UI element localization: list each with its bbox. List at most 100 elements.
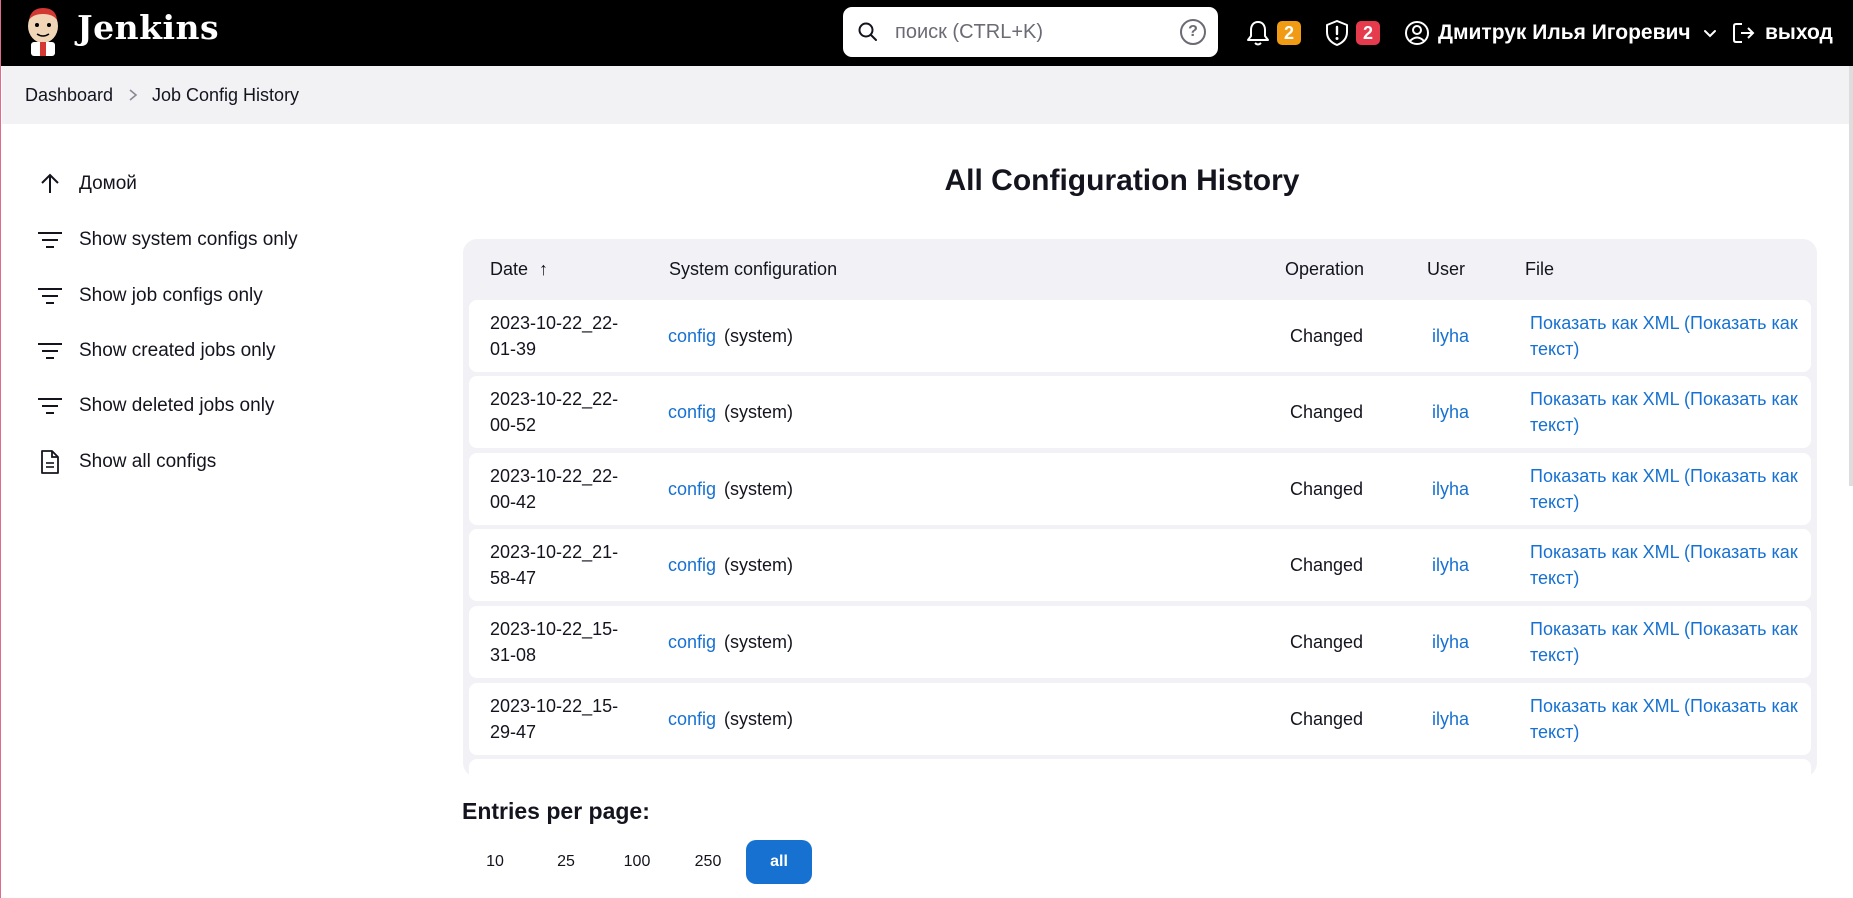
row-file-link[interactable]: Показать как XML (Показать как текст) xyxy=(1530,386,1810,438)
logout-label: выход xyxy=(1765,21,1833,44)
page-size-10-button[interactable]: 10 xyxy=(462,840,528,884)
document-icon xyxy=(37,449,63,475)
page-size-25-button[interactable]: 25 xyxy=(533,840,599,884)
row-user-link[interactable]: ilyha xyxy=(1432,476,1469,502)
logout-button[interactable]: выход xyxy=(1731,16,1833,50)
sidebar-item-system-configs[interactable]: Show system configs only xyxy=(37,220,298,260)
config-link[interactable]: config xyxy=(668,402,716,422)
row-operation: Changed xyxy=(1290,709,1364,729)
row-user-link[interactable]: ilyha xyxy=(1432,323,1469,349)
row-file-link[interactable]: Показать как XML (Показать как текст) xyxy=(1530,539,1810,591)
row-system-config: config (system) xyxy=(668,323,793,349)
page-size-all-button[interactable]: all xyxy=(746,840,812,884)
filter-icon xyxy=(37,283,63,309)
filter-icon xyxy=(37,338,63,364)
row-user-link[interactable]: ilyha xyxy=(1432,552,1469,578)
sidebar-item-home[interactable]: Домой xyxy=(37,164,137,204)
sidebar-item-label: Show job configs only xyxy=(79,285,263,306)
table-row: 2023-10-22_15-29-47 config (system) Chang… xyxy=(469,683,1811,755)
config-type: (system) xyxy=(724,479,794,499)
config-link[interactable]: config xyxy=(668,709,716,729)
search-icon xyxy=(858,22,877,41)
config-history-table: Date ↑ System configuration Operation Us… xyxy=(463,239,1817,777)
filter-icon xyxy=(37,227,63,253)
row-file-link[interactable]: Показать как XML (Показать как текст) xyxy=(1530,616,1810,668)
row-operation: Changed xyxy=(1290,632,1364,652)
config-link[interactable]: config xyxy=(668,326,716,346)
logout-icon xyxy=(1733,23,1755,43)
sidebar-item-label: Show deleted jobs only xyxy=(79,395,275,416)
row-operation: Changed xyxy=(1290,479,1364,499)
table-row: 2023-10-22_22-00-42 config (system) Chang… xyxy=(469,453,1811,525)
jenkins-logo-icon[interactable] xyxy=(23,6,63,58)
page-size-250-button[interactable]: 250 xyxy=(675,840,741,884)
sidebar-item-label: Домой xyxy=(79,173,137,194)
sidebar-item-label: Show created jobs only xyxy=(79,340,276,361)
config-type: (system) xyxy=(724,402,794,422)
notifications-badge: 2 xyxy=(1277,21,1301,45)
row-file-link[interactable]: Показать как XML (Показать как текст) xyxy=(1530,693,1810,745)
row-system-config: config (system) xyxy=(668,552,793,578)
row-system-config: config (system) xyxy=(668,629,793,655)
breadcrumb-dashboard[interactable]: Dashboard xyxy=(25,85,113,106)
entries-per-page-label: Entries per page: xyxy=(462,798,650,824)
row-system-config: config (system) xyxy=(668,476,793,502)
config-type: (system) xyxy=(724,326,794,346)
row-user-link[interactable]: ilyha xyxy=(1432,399,1469,425)
row-date: 2023-10-22_15-29-47 xyxy=(490,696,619,742)
chevron-right-icon xyxy=(129,89,138,101)
security-button[interactable]: 2 xyxy=(1324,16,1380,50)
row-operation: Changed xyxy=(1290,402,1364,422)
filter-icon xyxy=(37,393,63,419)
sidebar-item-job-configs[interactable]: Show job configs only xyxy=(37,276,263,316)
table-row: 2023-10-22_21-58-47 config (system) Chang… xyxy=(469,529,1811,601)
bell-icon xyxy=(1247,21,1269,46)
help-icon[interactable]: ? xyxy=(1180,19,1206,45)
notifications-button[interactable]: 2 xyxy=(1245,16,1301,50)
chevron-down-icon xyxy=(1703,30,1716,38)
sort-ascending-icon: ↑ xyxy=(539,259,549,279)
page-scrollbar[interactable] xyxy=(1849,66,1853,486)
row-user-link[interactable]: ilyha xyxy=(1432,706,1469,732)
config-type: (system) xyxy=(724,709,794,729)
row-system-config: config (system) xyxy=(668,399,793,425)
page-size-100-button[interactable]: 100 xyxy=(604,840,670,884)
config-type: (system) xyxy=(724,632,794,652)
column-header-system-configuration[interactable]: System configuration xyxy=(669,259,837,280)
table-row: 2023-10-22_15-31-08 config (system) Chang… xyxy=(469,606,1811,678)
row-operation: Changed xyxy=(1290,326,1364,346)
row-date: 2023-10-22_22-01-39 xyxy=(490,313,619,359)
row-file-link[interactable]: Показать как XML (Показать как текст) xyxy=(1530,463,1810,515)
row-date: 2023-10-22_21-58-47 xyxy=(490,542,619,588)
row-user-link[interactable]: ilyha xyxy=(1432,629,1469,655)
column-header-operation[interactable]: Operation xyxy=(1285,259,1364,280)
column-header-user[interactable]: User xyxy=(1427,259,1465,280)
breadcrumb: Dashboard Job Config History xyxy=(2,66,1853,124)
config-link[interactable]: config xyxy=(668,479,716,499)
brand-name[interactable]: Jenkins xyxy=(77,8,219,47)
column-header-file[interactable]: File xyxy=(1525,259,1554,280)
row-date: 2023-10-22_22-00-42 xyxy=(490,466,619,512)
search-box: ? xyxy=(843,7,1218,57)
config-link[interactable]: config xyxy=(668,555,716,575)
row-system-config: config (system) xyxy=(668,706,793,732)
bottom-fade-overlay xyxy=(1,777,1853,898)
page-title: All Configuration History xyxy=(944,164,1300,197)
arrow-up-icon xyxy=(37,171,63,197)
sidebar-item-created-jobs[interactable]: Show created jobs only xyxy=(37,331,275,371)
config-type: (system) xyxy=(724,555,794,575)
user-menu[interactable]: Дмитрук Илья Игоревич xyxy=(1404,16,1719,50)
search-input[interactable] xyxy=(895,17,1165,47)
table-row-partial xyxy=(469,759,1811,777)
sidebar-item-all-configs[interactable]: Show all configs xyxy=(37,442,216,482)
config-link[interactable]: config xyxy=(668,632,716,652)
sidebar-item-label: Show all configs xyxy=(79,451,217,472)
sidebar-item-deleted-jobs[interactable]: Show deleted jobs only xyxy=(37,386,274,426)
row-file-link[interactable]: Показать как XML (Показать как текст) xyxy=(1530,310,1810,362)
sidebar-item-label: Show system configs only xyxy=(79,229,298,250)
page: Jenkins ? 2 2 xyxy=(0,0,1853,898)
user-icon xyxy=(1405,21,1429,45)
row-date: 2023-10-22_15-31-08 xyxy=(490,619,619,665)
column-header-date[interactable]: Date ↑ xyxy=(490,259,548,280)
breadcrumb-job-config-history[interactable]: Job Config History xyxy=(152,85,299,106)
